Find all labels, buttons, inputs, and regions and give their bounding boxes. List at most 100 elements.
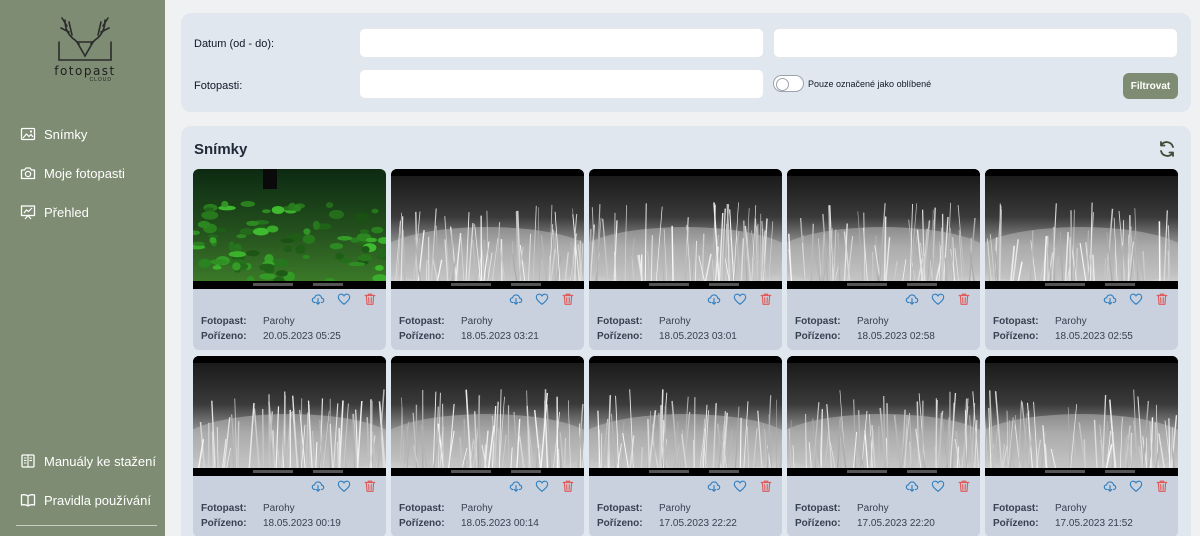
download-cloud-icon[interactable] [905,479,919,493]
date-to-input[interactable] [773,28,1178,58]
photo-meta: Fotopast: Parohy Pořízeno: 18.05.2023 02:5… [795,314,935,344]
sidebar-item-snimky[interactable]: Snímky [20,124,87,144]
trash-icon[interactable] [1155,292,1169,306]
heart-icon[interactable] [535,292,549,306]
heart-icon[interactable] [337,292,351,306]
camera-key: Fotopast: [399,503,445,514]
chart-board-icon [20,205,36,220]
sidebar-item-label: Pravidla používání [44,492,151,508]
taken-value: 17.05.2023 22:22 [659,518,737,529]
photo-thumbnail[interactable] [193,169,386,289]
download-cloud-icon[interactable] [707,479,721,493]
photo-card: Fotopast: Parohy Pořízeno: 20.05.2023 05:2… [193,169,386,350]
download-cloud-icon[interactable] [905,292,919,306]
photo-thumbnail[interactable] [985,169,1178,289]
photo-thumbnail[interactable] [787,356,980,476]
download-cloud-icon[interactable] [509,479,523,493]
taken-value: 17.05.2023 22:20 [857,518,935,529]
photo-meta: Fotopast: Parohy Pořízeno: 18.05.2023 00:1… [201,501,341,531]
photo-actions [1103,292,1169,306]
trash-icon[interactable] [957,292,971,306]
taken-value: 18.05.2023 02:55 [1055,331,1133,342]
download-cloud-icon[interactable] [1103,292,1117,306]
sidebar-item-pravidla[interactable]: Pravidla používání [20,490,151,510]
photo-card: Fotopast: Parohy Pořízeno: 18.05.2023 03:2… [391,169,584,350]
camera-key: Fotopast: [399,316,445,327]
sidebar-item-label: Přehled [44,204,89,220]
photo-actions [707,479,773,493]
camera-value: Parohy [461,503,493,514]
download-cloud-icon[interactable] [509,292,523,306]
photo-thumbnail[interactable] [391,356,584,476]
photo-thumbnail[interactable] [391,169,584,289]
photo-meta: Fotopast: Parohy Pořízeno: 18.05.2023 03:2… [399,314,539,344]
heart-icon[interactable] [931,292,945,306]
favorites-toggle[interactable] [773,75,804,92]
trash-icon[interactable] [561,479,575,493]
sidebar-item-manualy[interactable]: Manuály ke stažení [20,451,156,471]
photo-card: Fotopast: Parohy Pořízeno: 17.05.2023 22:2… [589,356,782,536]
taken-value: 18.05.2023 03:01 [659,331,737,342]
refresh-icon[interactable] [1157,139,1177,159]
camera-filter-label: Fotopasti: [194,80,243,92]
camera-value: Parohy [1055,316,1087,327]
taken-value: 18.05.2023 00:14 [461,518,539,529]
image-icon [20,127,36,141]
camera-key: Fotopast: [597,316,643,327]
sidebar: fotopast CLOUD Snímky Moje fotopasti Pře… [0,0,165,536]
photo-actions [707,292,773,306]
trash-icon[interactable] [363,292,377,306]
taken-key: Pořízeno: [597,518,643,529]
book-icon [20,494,36,507]
sidebar-item-prehled[interactable]: Přehled [20,202,89,222]
photo-card: Fotopast: Parohy Pořízeno: 18.05.2023 02:5… [985,169,1178,350]
camera-key: Fotopast: [795,316,841,327]
download-cloud-icon[interactable] [707,292,721,306]
camera-filter-input[interactable] [359,69,764,99]
photo-meta: Fotopast: Parohy Pořízeno: 17.05.2023 22:2… [597,501,737,531]
photo-thumbnail[interactable] [589,356,782,476]
download-cloud-icon[interactable] [311,292,325,306]
taken-value: 18.05.2023 03:21 [461,331,539,342]
filter-button[interactable]: Filtrovat [1123,73,1178,99]
taken-key: Pořízeno: [399,518,445,529]
heart-icon[interactable] [1129,292,1143,306]
photo-thumbnail[interactable] [787,169,980,289]
camera-value: Parohy [857,316,889,327]
photo-thumbnail[interactable] [985,356,1178,476]
deer-logo-icon [58,17,112,61]
sidebar-divider [16,525,157,526]
trash-icon[interactable] [759,479,773,493]
sidebar-item-moje-fotopasti[interactable]: Moje fotopasti [20,163,125,183]
photo-card: Fotopast: Parohy Pořízeno: 18.05.2023 02:5… [787,169,980,350]
heart-icon[interactable] [1129,479,1143,493]
photo-card: Fotopast: Parohy Pořízeno: 17.05.2023 22:2… [787,356,980,536]
date-from-input[interactable] [359,28,764,58]
heart-icon[interactable] [931,479,945,493]
photo-actions [905,479,971,493]
camera-icon [20,167,36,180]
photo-actions [1103,479,1169,493]
taken-key: Pořízeno: [993,518,1039,529]
trash-icon[interactable] [957,479,971,493]
trash-icon[interactable] [759,292,773,306]
trash-icon[interactable] [1155,479,1169,493]
trash-icon[interactable] [561,292,575,306]
heart-icon[interactable] [733,479,747,493]
download-cloud-icon[interactable] [1103,479,1117,493]
app-logo[interactable]: fotopast CLOUD [40,14,130,96]
photo-actions [509,292,575,306]
heart-icon[interactable] [337,479,351,493]
book-open-icon [21,454,35,468]
trash-icon[interactable] [363,479,377,493]
photo-actions [905,292,971,306]
photo-meta: Fotopast: Parohy Pořízeno: 18.05.2023 00:1… [399,501,539,531]
download-cloud-icon[interactable] [311,479,325,493]
heart-icon[interactable] [733,292,747,306]
photo-card: Fotopast: Parohy Pořízeno: 18.05.2023 03:0… [589,169,782,350]
camera-value: Parohy [263,503,295,514]
heart-icon[interactable] [535,479,549,493]
taken-value: 20.05.2023 05:25 [263,331,341,342]
photo-thumbnail[interactable] [193,356,386,476]
photo-thumbnail[interactable] [589,169,782,289]
